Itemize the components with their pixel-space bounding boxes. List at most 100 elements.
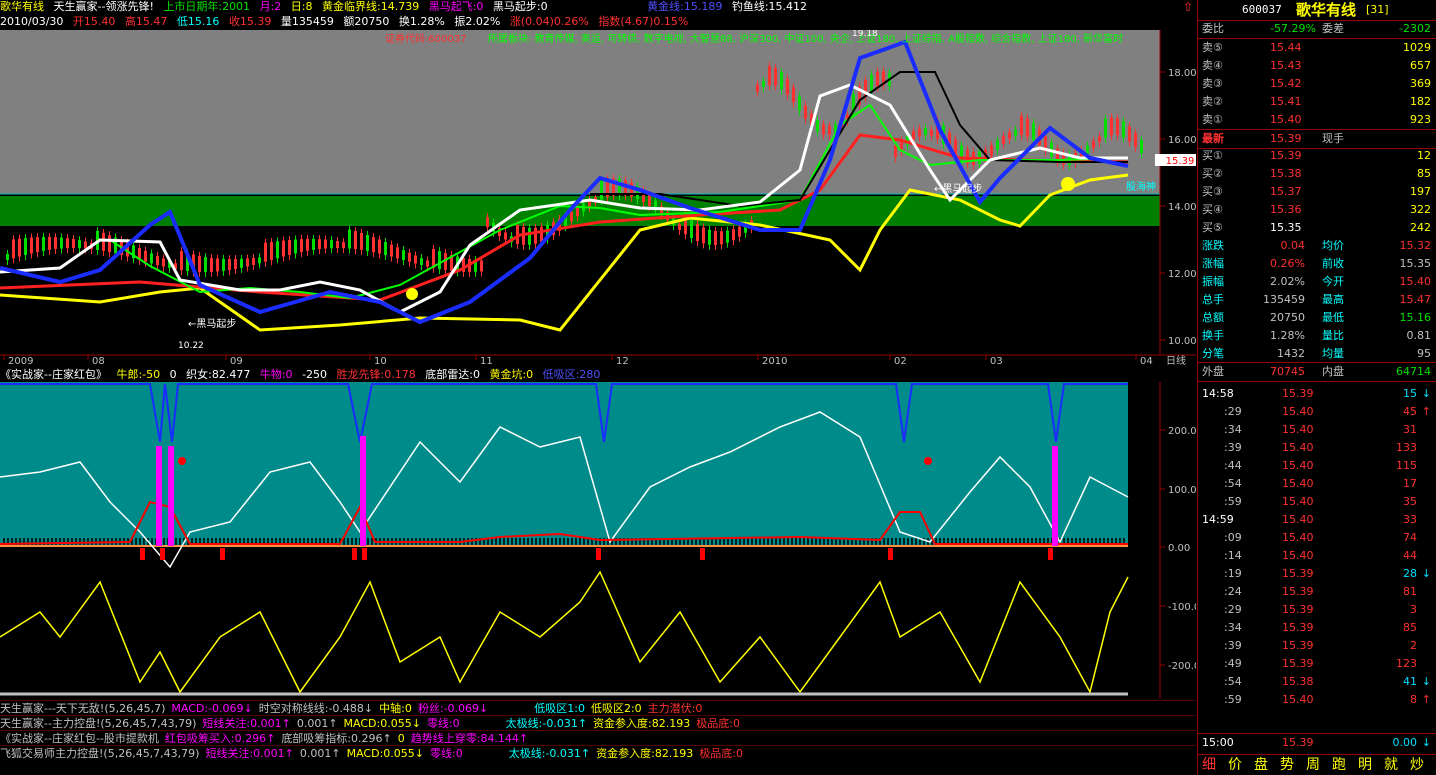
- tick-row: 14:58 15.39 15 ↓: [1198, 385, 1436, 403]
- tick-price: 15.39: [1282, 621, 1314, 634]
- footer-tab[interactable]: 明: [1358, 755, 1372, 775]
- stat-label: 分笔: [1202, 347, 1224, 360]
- stat-value: 20750: [1270, 311, 1305, 324]
- tick-price: 15.40: [1282, 405, 1314, 418]
- stat-value: 1432: [1277, 347, 1305, 360]
- indicator-chart[interactable]: 200.00 100.00 0.00 -100.0 -200.0: [0, 382, 1196, 698]
- sell-label: 卖①: [1202, 113, 1223, 126]
- tick-time: :09: [1224, 531, 1242, 544]
- annot-horse-start-2: ←黑马起步: [934, 183, 982, 195]
- stat-value: 135459: [1263, 293, 1305, 306]
- sell-row[interactable]: 卖⑤ 15.44 1029: [1198, 39, 1436, 57]
- stat-label: 今开: [1322, 275, 1344, 288]
- sell-row[interactable]: 卖④ 15.43 657: [1198, 57, 1436, 75]
- horse-start-value: 黑马起步:0: [492, 0, 548, 13]
- bar-date: 2010/03/30: [0, 15, 64, 28]
- list-day: 日:8: [290, 0, 313, 13]
- smiley-icon: [1061, 177, 1075, 191]
- footer-tab[interactable]: 细: [1202, 755, 1216, 775]
- formula-field: 主力潜伏:0: [647, 702, 703, 715]
- formula-field: 时空对称线线:-0.488↓: [258, 702, 374, 715]
- tick-price: 15.40: [1282, 513, 1314, 526]
- stat-value: 1.28%: [1270, 329, 1305, 342]
- buy-volume: 85: [1417, 167, 1431, 180]
- bar-change: 涨(0.04)0.26%: [509, 15, 589, 28]
- ind-name: 《实战家--庄家红包》: [0, 368, 107, 381]
- sell-row[interactable]: 卖③ 15.42 369: [1198, 75, 1436, 93]
- date-tick: 12: [616, 356, 629, 367]
- buy-price: 15.39: [1270, 149, 1302, 162]
- footer-tabs: 细价盘势周跑明就炒: [1198, 754, 1436, 775]
- period-label[interactable]: 日线: [1166, 354, 1186, 367]
- footer-tab[interactable]: 价: [1228, 755, 1242, 775]
- outer-label: 外盘: [1202, 365, 1224, 378]
- bar-close: 收15.39: [228, 15, 272, 28]
- tick-row: :24 15.39 81: [1198, 583, 1436, 601]
- tick-volume: 74: [1403, 531, 1417, 544]
- buy-row[interactable]: 买③ 15.37 197: [1198, 183, 1436, 201]
- sell-price: 15.44: [1270, 41, 1302, 54]
- formula-field: 《实战家--庄家红包--股市提款机: [0, 732, 159, 745]
- tick-price: 15.39: [1282, 603, 1314, 616]
- buy-row[interactable]: 买② 15.38 85: [1198, 165, 1436, 183]
- stat-value: 0.26%: [1270, 257, 1305, 270]
- tick-time: :19: [1224, 567, 1242, 580]
- formula-field: 趋势线上穿零:84.144↑: [410, 732, 529, 745]
- latest-value: 15.39: [1270, 132, 1302, 145]
- buy-volume: 197: [1410, 185, 1431, 198]
- price-axis: 18.00 16.00 14.00 12.00 10.00: [1160, 68, 1196, 347]
- outer-value: 70745: [1270, 365, 1305, 378]
- footer-tab[interactable]: 就: [1384, 755, 1398, 775]
- code-label: 证券代码:600037: [385, 32, 467, 45]
- tick-volume: 44: [1403, 549, 1417, 562]
- stat-label: 总手: [1202, 293, 1224, 306]
- tick-volume: 81: [1403, 585, 1417, 598]
- tick-price: 15.40: [1282, 549, 1314, 562]
- formula-field: 红包吸筹买入:0.296↑: [164, 732, 276, 745]
- tick-price: 15.40: [1282, 693, 1314, 706]
- formula-field: 天生赢家---天下无敌!(5,26,45,7): [0, 702, 166, 715]
- tick-time: :54: [1224, 477, 1242, 490]
- sell-volume: 1029: [1403, 41, 1431, 54]
- tick-volume: 41: [1403, 675, 1417, 688]
- stat-row: 涨跌 0.04 均价 15.32: [1198, 237, 1436, 255]
- ind-weaver: 织女:82.477: [186, 368, 251, 381]
- price-chart[interactable]: 证券代码:600037 所属板块: 教育传媒, 奥运, 可转债, 数字电视, 大…: [0, 30, 1196, 368]
- gold-line-value: 黄金线:15.189: [647, 0, 723, 13]
- indicator-tick: 100.00: [1168, 485, 1196, 496]
- footer-tab[interactable]: 盘: [1254, 755, 1268, 775]
- buy-row[interactable]: 买⑤ 15.35 242: [1198, 219, 1436, 237]
- price-tick: 12.00: [1168, 269, 1196, 280]
- bar-low: 低15.16: [176, 15, 220, 28]
- sell-row[interactable]: 卖② 15.41 182: [1198, 93, 1436, 111]
- ind-neg: -250: [302, 368, 328, 381]
- stat-label: 均量: [1322, 347, 1344, 360]
- arrow-down-icon: ↓: [1421, 567, 1431, 580]
- footer-tab[interactable]: 周: [1306, 755, 1320, 775]
- horse-fly-value: 黑马起飞:0: [428, 0, 484, 13]
- formula-field: 粉丝:-0.069↓: [417, 702, 489, 715]
- footer-tab[interactable]: 炒: [1410, 755, 1424, 775]
- tick-volume: 2: [1410, 639, 1417, 652]
- stat-value: 15.35: [1399, 257, 1432, 270]
- stat-row: 总额 20750 最低 15.16: [1198, 309, 1436, 327]
- tick-price: 15.39: [1282, 736, 1314, 749]
- footer-tab[interactable]: 跑: [1332, 755, 1346, 775]
- footer-tab[interactable]: 势: [1280, 755, 1294, 775]
- buy-row[interactable]: 买④ 15.36 322: [1198, 201, 1436, 219]
- stat-value: 2.02%: [1270, 275, 1305, 288]
- tick-row: :14 15.40 44: [1198, 547, 1436, 565]
- buy-row[interactable]: 买① 15.39 12: [1198, 147, 1436, 165]
- sell-price: 15.43: [1270, 59, 1302, 72]
- price-tick: 18.00: [1168, 68, 1196, 79]
- stat-label: 涨幅: [1202, 257, 1224, 270]
- formula-field: 天生赢家--主力控盘!(5,26,45,7,43,79): [0, 717, 197, 730]
- sell-row[interactable]: 卖① 15.40 923: [1198, 111, 1436, 129]
- tick-time: :34: [1224, 423, 1242, 436]
- pin-icon[interactable]: ⇧: [1183, 0, 1193, 14]
- tick-time: :54: [1224, 675, 1242, 688]
- date-tick: 02: [894, 356, 907, 367]
- formula-field: 太极线:-0.031↑: [508, 747, 591, 760]
- stat-label: 涨跌: [1202, 239, 1224, 252]
- buy-volume: 12: [1417, 149, 1431, 162]
